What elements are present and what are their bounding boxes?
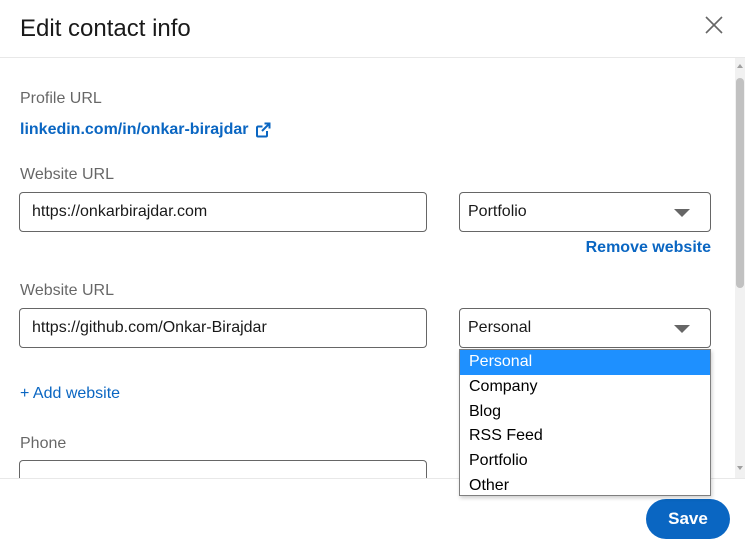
close-button[interactable]: [700, 8, 730, 44]
website-url-label-2: Website URL: [20, 282, 114, 299]
dialog-header: Edit contact info: [0, 0, 745, 58]
website-url-input-1[interactable]: [19, 192, 427, 232]
website-type-value-2: Personal: [468, 319, 532, 336]
chevron-down-icon: [674, 325, 690, 333]
website-url-label-1: Website URL: [20, 166, 114, 183]
phone-input[interactable]: [19, 460, 427, 478]
remove-website-link[interactable]: Remove website: [586, 239, 711, 257]
website-type-value-1: Portfolio: [468, 203, 527, 220]
dropdown-option-rss-feed[interactable]: RSS Feed: [460, 424, 710, 449]
chevron-down-icon: [674, 209, 690, 217]
profile-url-label: Profile URL: [20, 90, 102, 107]
scroll-up-arrow-icon[interactable]: [737, 64, 743, 68]
external-link-icon: [255, 122, 270, 138]
save-button[interactable]: Save: [646, 499, 730, 539]
dropdown-option-personal[interactable]: Personal: [460, 350, 710, 375]
scroll-down-arrow-icon[interactable]: [737, 466, 743, 470]
website-type-select-2[interactable]: Personal: [459, 308, 711, 348]
website-type-select-1[interactable]: Portfolio: [459, 192, 711, 232]
dropdown-option-company[interactable]: Company: [460, 375, 710, 400]
profile-url-text: linkedin.com/in/onkar-birajdar: [20, 121, 249, 138]
website-url-input-2[interactable]: [19, 308, 427, 348]
profile-url-link[interactable]: linkedin.com/in/onkar-birajdar: [20, 121, 271, 139]
add-website-link[interactable]: + Add website: [20, 385, 120, 403]
scrollbar[interactable]: [735, 58, 745, 478]
dialog-title: Edit contact info: [20, 15, 191, 42]
phone-label: Phone: [20, 435, 67, 452]
dropdown-option-other[interactable]: Other: [460, 474, 710, 499]
dropdown-option-portfolio[interactable]: Portfolio: [460, 449, 710, 474]
close-icon: [705, 16, 723, 34]
website-type-dropdown-list[interactable]: Personal Company Blog RSS Feed Portfolio…: [459, 349, 711, 496]
scrollbar-thumb[interactable]: [736, 78, 744, 288]
dropdown-option-blog[interactable]: Blog: [460, 400, 710, 425]
